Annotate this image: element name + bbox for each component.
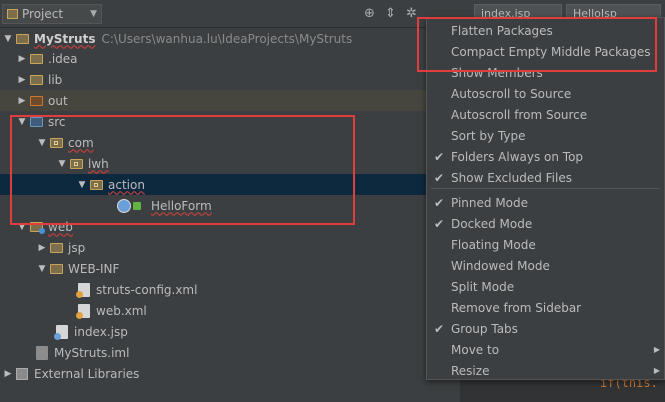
menu-item-label: Flatten Packages [451, 23, 553, 38]
package-icon [70, 158, 83, 169]
menu-item-label: Show Excluded Files [451, 170, 572, 185]
excluded-folder-icon [30, 95, 43, 106]
menu-item-autoscroll-to-source[interactable]: Autoscroll to Source [427, 83, 664, 104]
menu-item-move-to[interactable]: Move to ▶ [427, 339, 664, 360]
collapse-arrow-icon[interactable]: ▶ [2, 369, 14, 379]
folder-icon [30, 74, 43, 85]
checkmark-icon: ✔ [433, 195, 445, 210]
menu-item-flatten-packages[interactable]: Flatten Packages [427, 20, 664, 41]
web-folder-icon [30, 221, 45, 234]
menu-item-docked-mode[interactable]: ✔ Docked Mode [427, 213, 664, 234]
menu-item-label: Pinned Mode [451, 195, 529, 210]
menu-item-show-members[interactable]: Show Members [427, 62, 664, 83]
menu-item-label: Remove from Sidebar [451, 300, 582, 315]
project-view-label: Project [22, 7, 64, 21]
folder-icon [50, 263, 63, 274]
menu-item-autoscroll-from-source[interactable]: Autoscroll from Source [427, 104, 664, 125]
class-icon [117, 198, 131, 213]
expand-arrow-icon[interactable]: ▼ [36, 138, 48, 148]
menu-item-label: Autoscroll from Source [451, 107, 588, 122]
menu-item-label: Split Mode [451, 279, 515, 294]
menu-item-remove-from-sidebar[interactable]: Remove from Sidebar [427, 297, 664, 318]
expand-arrow-icon[interactable]: ▼ [36, 264, 48, 274]
project-path: C:\Users\wanhua.lu\IdeaProjects\MyStruts [101, 31, 353, 46]
xml-file-icon [76, 282, 90, 298]
menu-item-floating-mode[interactable]: Floating Mode [427, 234, 664, 255]
menu-item-sort-by-type[interactable]: Sort by Type [427, 125, 664, 146]
tree-item-mystruts-iml[interactable]: MyStruts.iml [0, 342, 496, 363]
project-view-selector[interactable]: Project ▼ [2, 4, 102, 24]
menu-item-resize[interactable]: Resize ▶ [427, 360, 664, 381]
menu-item-label: Autoscroll to Source [451, 86, 572, 101]
menu-item-folders-always-on-top[interactable]: ✔ Folders Always on Top [427, 146, 664, 167]
menu-item-label: Docked Mode [451, 216, 533, 231]
tree-item-idea[interactable]: ▶ .idea [0, 48, 476, 69]
checkmark-icon: ✔ [433, 149, 445, 164]
menu-item-label: Sort by Type [451, 128, 526, 143]
library-icon [16, 367, 28, 380]
gear-icon[interactable]: ✲ [406, 6, 417, 21]
jsp-file-icon [54, 324, 68, 340]
checkmark-icon: ✔ [433, 170, 445, 185]
chevron-down-icon: ▼ [90, 9, 97, 19]
menu-item-label: Group Tabs [451, 321, 518, 336]
collapse-icon[interactable]: ⇕ [385, 6, 396, 21]
package-icon [50, 137, 63, 148]
project-icon [7, 9, 18, 19]
submenu-arrow-icon: ▶ [653, 366, 660, 375]
collapse-arrow-icon[interactable]: ▶ [16, 96, 28, 106]
folder-icon [50, 242, 63, 253]
folder-icon [30, 53, 43, 64]
menu-item-label: Compact Empty Middle Packages [451, 44, 651, 59]
gear-options-menu: Flatten Packages Compact Empty Middle Pac… [426, 17, 665, 380]
tree-item-lib[interactable]: ▶ lib [0, 69, 476, 90]
menu-item-label: Folders Always on Top [451, 149, 584, 164]
collapse-arrow-icon[interactable]: ▶ [16, 54, 28, 64]
expand-arrow-icon[interactable]: ▼ [16, 117, 28, 127]
checkmark-icon: ✔ [433, 321, 445, 336]
menu-item-label: Floating Mode [451, 237, 536, 252]
access-lock-icon [133, 201, 141, 210]
project-tree: ▼ MyStruts C:\Users\wanhua.lu\IdeaProjec… [0, 28, 536, 402]
submenu-arrow-icon: ▶ [653, 345, 660, 354]
tree-item-webinf[interactable]: ▼ WEB-INF [0, 258, 496, 279]
expand-arrow-icon[interactable]: ▼ [2, 34, 14, 44]
menu-item-pinned-mode[interactable]: ✔ Pinned Mode [427, 192, 664, 213]
menu-item-label: Show Members [451, 65, 543, 80]
tree-item-com[interactable]: ▼ com [0, 132, 496, 153]
tree-item-web[interactable]: ▼ web [0, 216, 476, 237]
tree-item-src[interactable]: ▼ src [0, 111, 476, 132]
locate-icon[interactable]: ⊕ [364, 6, 375, 21]
checkmark-icon: ✔ [433, 216, 445, 231]
menu-item-compact-empty-middle-packages[interactable]: Compact Empty Middle Packages [427, 41, 664, 62]
source-folder-icon [30, 116, 43, 127]
menu-separator [431, 188, 660, 189]
collapse-arrow-icon[interactable]: ▶ [16, 75, 28, 85]
tree-item-external-libraries[interactable]: ▶ External Libraries [0, 363, 462, 384]
menu-item-label: Windowed Mode [451, 258, 550, 273]
menu-item-windowed-mode[interactable]: Windowed Mode [427, 255, 664, 276]
iml-file-icon [36, 345, 48, 360]
module-folder-icon [16, 33, 29, 44]
tree-item-jsp[interactable]: ▶ jsp [0, 237, 496, 258]
expand-arrow-icon[interactable]: ▼ [76, 180, 88, 190]
menu-item-split-mode[interactable]: Split Mode [427, 276, 664, 297]
expand-arrow-icon[interactable]: ▼ [56, 159, 68, 169]
menu-item-label: Resize [451, 363, 490, 378]
package-icon [90, 179, 103, 190]
menu-item-show-excluded-files[interactable]: ✔ Show Excluded Files [427, 167, 664, 188]
tree-item-mystruts[interactable]: ▼ MyStruts C:\Users\wanhua.lu\IdeaProjec… [0, 28, 462, 49]
collapse-arrow-icon[interactable]: ▶ [36, 243, 48, 253]
expand-arrow-icon[interactable]: ▼ [16, 222, 28, 232]
menu-item-group-tabs[interactable]: ✔ Group Tabs [427, 318, 664, 339]
menu-item-label: Move to [451, 342, 500, 357]
tree-item-out[interactable]: ▶ out [0, 90, 476, 111]
xml-file-icon [76, 303, 90, 319]
